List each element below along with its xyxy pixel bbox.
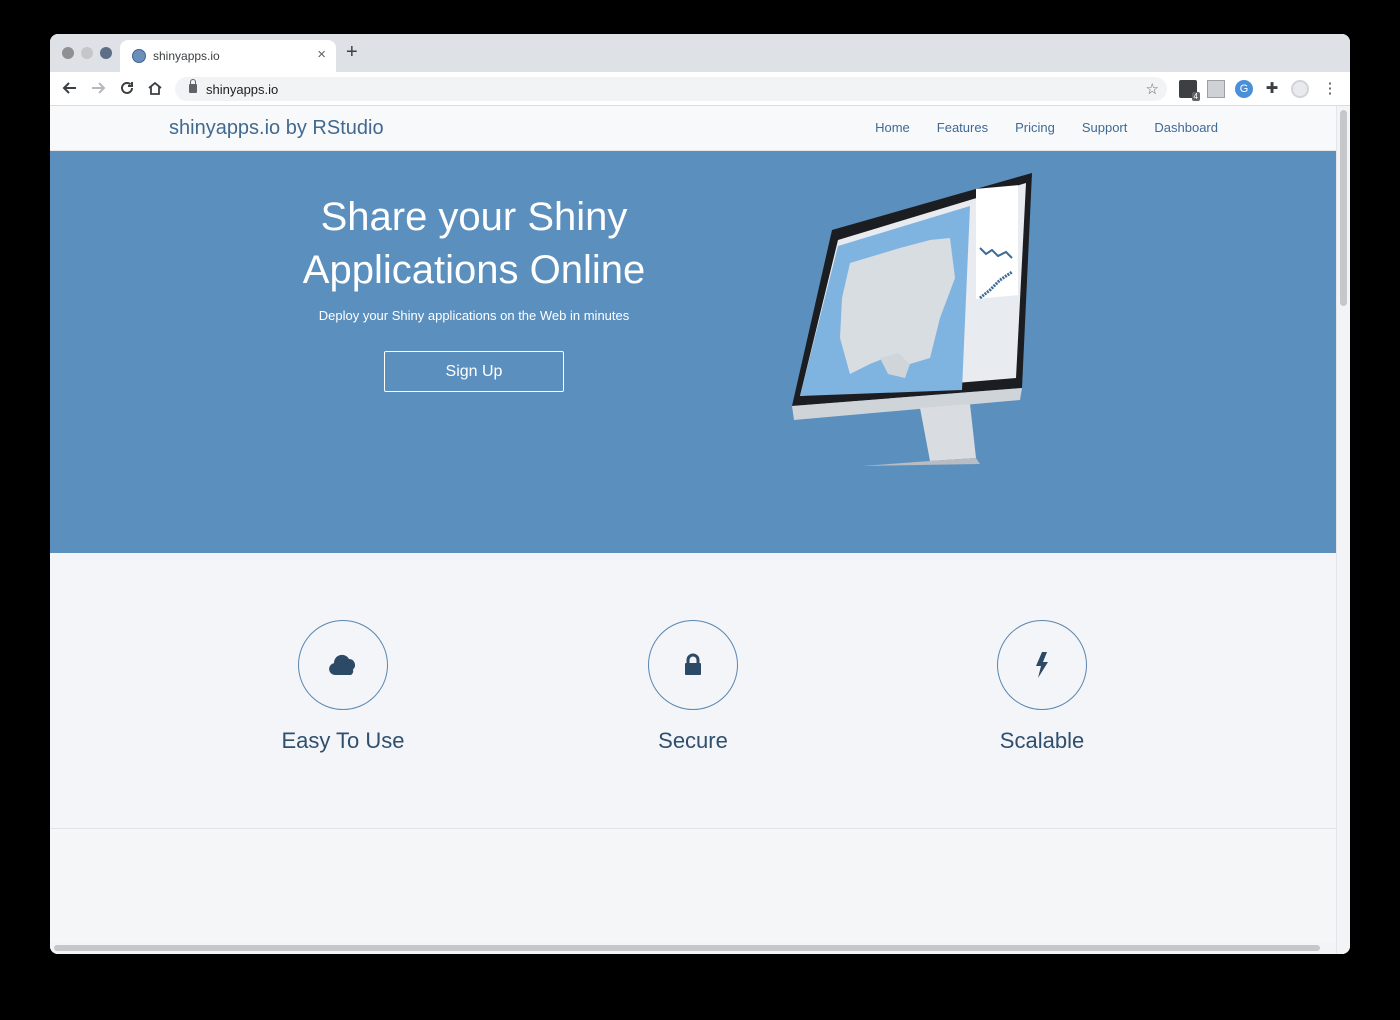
feature-scalable: Scalable: [942, 620, 1142, 754]
tab-close-icon[interactable]: ×: [317, 46, 326, 63]
address-bar[interactable]: shinyapps.io ☆: [175, 77, 1167, 101]
hero-subtitle: Deploy your Shiny applications on the We…: [318, 308, 630, 323]
nav-support[interactable]: Support: [1082, 120, 1128, 135]
feature-label: Easy To Use: [281, 728, 405, 753]
nav-dashboard[interactable]: Dashboard: [1154, 120, 1218, 135]
puzzle-icon[interactable]: ✚: [1263, 80, 1281, 98]
feature-easy-to-use: Easy To Use: [243, 620, 443, 754]
nav-home[interactable]: Home: [875, 120, 910, 135]
extension-badge: 4: [1191, 92, 1200, 101]
feature-label: Secure: [658, 728, 728, 753]
extension-g-icon[interactable]: G: [1235, 80, 1253, 98]
tab-strip: shinyapps.io × +: [50, 34, 1350, 72]
feature-circle: [298, 620, 388, 710]
site-nav: Home Features Pricing Support Dashboard: [875, 120, 1218, 135]
home-icon[interactable]: [144, 77, 166, 99]
feature-label: Scalable: [999, 728, 1085, 753]
minimize-window-button[interactable]: [81, 47, 93, 59]
horizontal-scrollbar[interactable]: [50, 942, 1336, 954]
browser-toolbar: shinyapps.io ☆ 4 G ✚ ⋮: [50, 72, 1350, 106]
horizontal-scrollbar-thumb[interactable]: [54, 945, 1320, 951]
feature-circle: [648, 620, 738, 710]
sign-up-button[interactable]: Sign Up: [384, 351, 564, 392]
feature-secure: Secure: [593, 620, 793, 754]
lock-icon: [189, 79, 197, 93]
tab-title: shinyapps.io: [153, 49, 220, 63]
hero-title: Share your Shiny Applications Online: [302, 195, 646, 292]
features-section: Easy To Use Secure Scalable: [50, 553, 1336, 828]
browser-tab[interactable]: shinyapps.io ×: [120, 40, 336, 72]
maximize-window-button[interactable]: [100, 47, 112, 59]
cloud-icon: [329, 654, 356, 675]
close-window-button[interactable]: [62, 47, 74, 59]
hero-section: Share your Shiny Applications Online Dep…: [50, 151, 1336, 553]
monitor-image: [792, 173, 1032, 466]
menu-dots-icon[interactable]: ⋮: [1321, 80, 1339, 98]
extension-grid-icon[interactable]: 4: [1179, 80, 1200, 101]
extension-square-icon[interactable]: [1207, 80, 1225, 98]
site-brand[interactable]: shinyapps.io by RStudio: [169, 117, 384, 140]
lightning-icon: [1036, 652, 1048, 678]
feature-circle: [997, 620, 1087, 710]
nav-pricing[interactable]: Pricing: [1015, 120, 1055, 135]
vertical-scrollbar-thumb[interactable]: [1340, 110, 1347, 306]
bookmark-star-icon[interactable]: ☆: [1146, 80, 1159, 98]
favicon-icon: [132, 49, 146, 63]
next-section: [50, 829, 1336, 954]
nav-features[interactable]: Features: [937, 120, 988, 135]
back-arrow-icon[interactable]: [59, 77, 81, 99]
forward-arrow-icon[interactable]: [87, 77, 109, 99]
browser-window: shinyapps.io × + shinyapps.io ☆ 4 G ✚ ⋮: [50, 34, 1350, 954]
page-viewport: shinyapps.io by RStudio Home Features Pr…: [50, 106, 1350, 954]
profile-avatar[interactable]: [1291, 80, 1309, 98]
url-text: shinyapps.io: [206, 82, 279, 97]
site-navbar: shinyapps.io by RStudio Home Features Pr…: [50, 106, 1336, 151]
reload-icon[interactable]: [116, 77, 138, 99]
vertical-scrollbar[interactable]: [1336, 106, 1350, 954]
new-tab-button[interactable]: +: [346, 41, 358, 64]
lock-icon: [685, 653, 701, 675]
